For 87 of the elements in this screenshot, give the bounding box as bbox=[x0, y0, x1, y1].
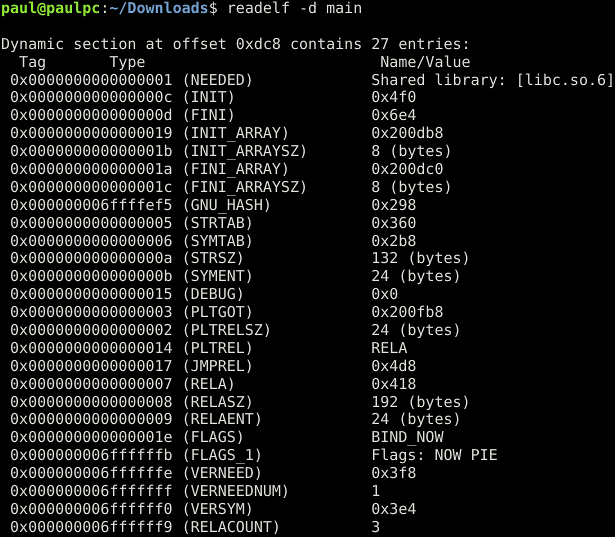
value-cell: 3 bbox=[371, 518, 380, 537]
type-cell: (SYMTAB) bbox=[182, 232, 254, 250]
prompt-user-host: paul@paulpc bbox=[1, 0, 100, 18]
value-cell: 0x2b8 bbox=[371, 232, 416, 250]
type-cell: (VERSYM) bbox=[182, 500, 254, 519]
value-cell: 0x200db8 bbox=[371, 125, 444, 144]
value-cell: 0x4d8 bbox=[371, 358, 416, 376]
tag-cell: 0x000000006ffffff9 bbox=[10, 518, 173, 537]
tag-cell: 0x000000000000000a bbox=[10, 250, 173, 268]
prompt-path: ~/Downloads bbox=[109, 0, 209, 18]
type-cell: (RELASZ) bbox=[182, 394, 254, 412]
value-cell: 24 (bytes) bbox=[371, 268, 462, 286]
tag-cell: 0x0000000000000009 bbox=[10, 411, 173, 430]
type-cell: (DEBUG) bbox=[182, 286, 245, 304]
prompt-symbol: $ bbox=[208, 0, 218, 18]
column-header: Tag bbox=[19, 54, 46, 72]
value-cell: 0x6e4 bbox=[371, 107, 416, 126]
value-cell: RELA bbox=[371, 340, 408, 358]
tag-cell: 0x000000000000001e bbox=[10, 429, 173, 448]
tag-cell: 0x0000000000000003 bbox=[10, 304, 173, 322]
type-cell: (FLAGS_1) bbox=[182, 447, 263, 466]
value-cell: 24 (bytes) bbox=[371, 411, 462, 430]
type-cell: (PLTRELSZ) bbox=[182, 322, 272, 340]
tag-cell: 0x000000006ffffffe bbox=[10, 465, 173, 484]
value-cell: 0x3e4 bbox=[371, 500, 416, 519]
type-cell: (FINI_ARRAY) bbox=[182, 161, 290, 179]
tag-cell: 0x0000000000000007 bbox=[10, 376, 173, 394]
tag-cell: 0x000000000000000c bbox=[10, 89, 173, 108]
value-cell: 0x298 bbox=[371, 196, 416, 215]
value-cell: BIND_NOW bbox=[371, 429, 444, 448]
value-cell: 0x0 bbox=[371, 286, 398, 304]
type-cell: (INIT) bbox=[182, 89, 236, 108]
type-cell: (INIT_ARRAYSZ) bbox=[182, 143, 308, 162]
type-cell: (STRTAB) bbox=[182, 214, 254, 233]
value-cell: 0x3f8 bbox=[371, 465, 416, 484]
value-cell: 0x200fb8 bbox=[371, 304, 444, 322]
tag-cell: 0x0000000000000005 bbox=[10, 214, 173, 233]
tag-cell: 0x000000000000001c bbox=[10, 178, 173, 197]
prompt-separator: : bbox=[100, 0, 110, 18]
value-cell: 0x360 bbox=[371, 214, 416, 233]
value-cell: 0x200dc0 bbox=[371, 161, 444, 179]
column-header: Name/Value bbox=[380, 54, 471, 72]
type-cell: (GNU_HASH) bbox=[182, 196, 272, 215]
type-cell: (NEEDED) bbox=[182, 72, 254, 90]
value-cell: Shared library: [libc.so.6] bbox=[371, 72, 615, 90]
tag-cell: 0x0000000000000001 bbox=[10, 72, 173, 90]
column-header: Type bbox=[109, 54, 146, 72]
tag-cell: 0x000000000000000d bbox=[10, 107, 173, 126]
tag-cell: 0x000000000000001a bbox=[10, 161, 173, 179]
type-cell: (RELAENT) bbox=[182, 411, 263, 430]
tag-cell: 0x000000006ffffff0 bbox=[10, 500, 173, 519]
value-cell: Flags: NOW PIE bbox=[371, 447, 498, 466]
type-cell: (VERNEED) bbox=[182, 465, 263, 484]
type-cell: (FLAGS) bbox=[182, 429, 245, 448]
type-cell: (VERNEEDNUM) bbox=[182, 483, 290, 501]
value-cell: 0x4f0 bbox=[371, 89, 416, 108]
type-cell: (STRSZ) bbox=[182, 250, 245, 268]
tag-cell: 0x0000000000000006 bbox=[10, 232, 173, 250]
tag-cell: 0x0000000000000014 bbox=[10, 340, 173, 358]
tag-cell: 0x000000000000000b bbox=[10, 268, 173, 286]
section-heading: Dynamic section at offset 0xdc8 contains 27 entries: bbox=[1, 34, 471, 53]
type-cell: (FINI_ARRAYSZ) bbox=[182, 178, 308, 197]
tag-cell: 0x000000000000001b bbox=[10, 143, 173, 162]
tag-cell: 0x0000000000000019 bbox=[10, 125, 173, 144]
type-cell: (PLTGOT) bbox=[182, 304, 254, 322]
type-cell: (RELACOUNT) bbox=[182, 518, 281, 537]
command-text: readelf -d main bbox=[226, 0, 362, 18]
tag-cell: 0x000000006ffffef5 bbox=[10, 196, 173, 215]
type-cell: (FINI) bbox=[182, 107, 236, 126]
type-cell: (JMPREL) bbox=[182, 358, 254, 376]
value-cell: 132 (bytes) bbox=[371, 250, 471, 268]
tag-cell: 0x0000000000000008 bbox=[10, 394, 173, 412]
type-cell: (INIT_ARRAY) bbox=[182, 125, 290, 144]
tag-cell: 0x000000006fffffff bbox=[10, 483, 173, 501]
tag-cell: 0x0000000000000017 bbox=[10, 358, 173, 376]
tag-cell: 0x000000006ffffffb bbox=[10, 447, 173, 466]
type-cell: (RELA) bbox=[182, 376, 236, 394]
value-cell: 192 (bytes) bbox=[371, 394, 471, 412]
type-cell: (PLTREL) bbox=[182, 340, 254, 358]
tag-cell: 0x0000000000000002 bbox=[10, 322, 173, 340]
value-cell: 24 (bytes) bbox=[371, 322, 462, 340]
value-cell: 0x418 bbox=[371, 376, 416, 394]
value-cell: 8 (bytes) bbox=[371, 178, 453, 197]
type-cell: (SYMENT) bbox=[182, 268, 254, 286]
tag-cell: 0x0000000000000015 bbox=[10, 286, 173, 304]
value-cell: 1 bbox=[371, 483, 380, 501]
value-cell: 8 (bytes) bbox=[371, 143, 453, 162]
